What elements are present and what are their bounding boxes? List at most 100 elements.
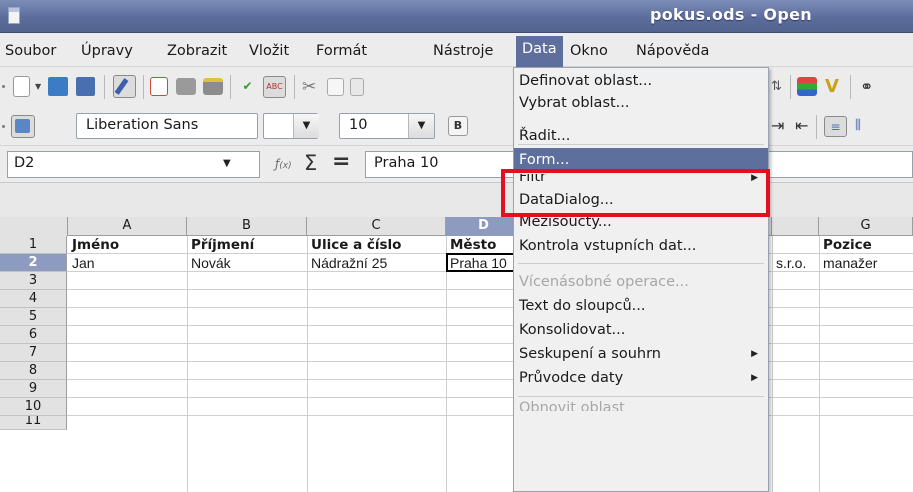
wrap-text-icon[interactable]: ≡ — [824, 116, 847, 137]
name-box-dropdown-icon[interactable]: ▼ — [223, 158, 231, 169]
chart-icon[interactable] — [797, 77, 817, 96]
menu-item-text-do-sloupcu[interactable]: Text do sloupců... — [514, 295, 768, 317]
select-all-corner[interactable] — [0, 217, 68, 236]
print-preview-icon[interactable] — [203, 78, 223, 95]
row-header-3[interactable]: 3 — [0, 272, 67, 290]
app-document-icon[interactable] — [8, 7, 20, 24]
bold-icon[interactable]: B — [448, 116, 468, 136]
row-header-2[interactable]: 2 — [0, 254, 67, 272]
menu-item-vybrat-oblast[interactable]: Vybrat oblast... — [514, 92, 768, 114]
new-dropdown-icon[interactable]: ▼ — [35, 82, 41, 91]
menu-separator — [518, 263, 764, 264]
cell-g2[interactable]: manažer — [819, 254, 913, 272]
print-icon[interactable] — [176, 78, 196, 95]
menu-zobrazit[interactable]: Zobrazit — [167, 41, 227, 65]
grid-line — [772, 236, 773, 492]
copy-icon[interactable] — [327, 78, 344, 96]
menu-item-definovat-oblast[interactable]: Definovat oblast... — [514, 70, 768, 92]
menu-vlozit[interactable]: Vložit — [249, 41, 289, 65]
name-box[interactable]: D2 ▼ — [7, 151, 260, 178]
menu-item-radit[interactable]: Řadit... — [514, 121, 768, 142]
formula-value: Praha 10 — [374, 155, 439, 171]
sum-icon[interactable]: Σ — [304, 151, 317, 175]
function-wizard-icon[interactable]: ƒ(x) — [275, 157, 292, 171]
cell-c1[interactable]: Ulice a číslo — [307, 236, 446, 254]
spellcheck-icon[interactable]: ✔ — [238, 78, 257, 95]
row-header-9[interactable]: 9 — [0, 380, 67, 398]
row-header-11[interactable]: 11 — [0, 416, 67, 430]
paste-icon[interactable] — [350, 78, 364, 96]
sort-icon[interactable]: ⇅ — [771, 78, 783, 95]
menu-item-obnovit-oblast: Obnovit oblast — [519, 401, 625, 411]
column-header-f[interactable] — [772, 217, 819, 236]
menu-item-kontrola-vstupnich-dat[interactable]: Kontrola vstupních dat... — [514, 235, 768, 257]
toolbar-grip-icon[interactable] — [2, 125, 5, 128]
toolbar-grip-icon[interactable] — [2, 85, 5, 88]
function-icon[interactable]: = — [332, 149, 350, 174]
font-name-dropdown-icon[interactable]: ▼ — [293, 114, 319, 138]
menu-item-seskupeni-a-souhrn[interactable]: Seskupení a souhrn ▶ — [514, 343, 768, 365]
spreadsheet-grid[interactable]: A B C D G 1 2 3 4 5 6 7 8 9 10 11 Jméno … — [0, 217, 913, 492]
edit-file-icon[interactable] — [113, 75, 136, 98]
toolbar-separator — [294, 75, 295, 99]
cell-b2[interactable]: Novák — [187, 254, 307, 272]
menu-item-pruvodce-daty[interactable]: Průvodce daty ▶ — [514, 367, 768, 389]
column-header-g[interactable]: G — [819, 217, 913, 236]
cell-a1[interactable]: Jméno — [68, 236, 187, 254]
font-size-dropdown-icon[interactable]: ▼ — [408, 114, 434, 138]
find-icon[interactable]: ⚭ — [860, 77, 882, 99]
draw-functions-icon[interactable]: V — [825, 77, 847, 99]
menu-format[interactable]: Formát — [316, 41, 367, 65]
row-header-8[interactable]: 8 — [0, 362, 67, 380]
open-icon[interactable] — [48, 77, 68, 96]
styles-icon[interactable] — [11, 115, 35, 138]
menu-item-konsolidovat[interactable]: Konsolidovat... — [514, 319, 768, 341]
menu-soubor[interactable]: Soubor — [5, 41, 56, 65]
row-header-4[interactable]: 4 — [0, 290, 67, 308]
increase-indent-icon[interactable]: ⇤ — [795, 117, 809, 135]
cell-g1[interactable]: Pozice — [819, 236, 913, 254]
cell-b1[interactable]: Příjmení — [187, 236, 307, 254]
grid-line — [67, 307, 913, 308]
row-header-1[interactable]: 1 — [0, 236, 67, 254]
cell-c2[interactable]: Nádražní 25 — [307, 254, 446, 272]
toolbar-separator — [104, 75, 105, 99]
title-bar: pokus.ods - Open — [0, 0, 913, 33]
grid-line — [446, 236, 447, 492]
row-header-5[interactable]: 5 — [0, 308, 67, 326]
grid-line — [187, 236, 188, 492]
toolbar-separator — [816, 115, 817, 139]
font-size-box-left[interactable]: ▼ — [263, 113, 319, 139]
menu-okno[interactable]: Okno — [570, 41, 608, 65]
font-size-value: 10 — [349, 117, 368, 133]
decrease-indent-icon[interactable]: ⇥ — [771, 117, 785, 135]
menu-nastroje[interactable]: Nástroje — [433, 41, 493, 65]
font-name-box[interactable]: Liberation Sans — [76, 113, 258, 139]
column-header-d[interactable]: D — [446, 217, 522, 236]
grid-line — [67, 343, 913, 344]
menu-napoveda[interactable]: Nápověda — [636, 41, 709, 65]
row-header-7[interactable]: 7 — [0, 344, 67, 362]
cut-icon[interactable]: ✂ — [302, 77, 324, 99]
align-icon[interactable]: ⫼ — [855, 117, 869, 135]
annotation-highlight-box — [501, 169, 770, 217]
menu-upravy[interactable]: Úpravy — [81, 41, 133, 65]
column-header-b[interactable]: B — [187, 217, 307, 236]
cell-a2[interactable]: Jan — [68, 254, 187, 272]
new-document-icon[interactable] — [13, 76, 30, 97]
export-pdf-icon[interactable] — [150, 77, 168, 96]
menu-data[interactable]: Data — [516, 36, 563, 67]
submenu-arrow-icon: ▶ — [751, 349, 758, 359]
font-size-box[interactable]: 10 ▼ — [339, 113, 435, 139]
row-header-10[interactable]: 10 — [0, 398, 67, 416]
column-header-c[interactable]: C — [307, 217, 446, 236]
cell-d1[interactable]: Město — [446, 236, 522, 254]
autospellcheck-icon[interactable]: ABC — [263, 76, 286, 98]
row-header-6[interactable]: 6 — [0, 326, 67, 344]
save-icon[interactable] — [76, 77, 95, 96]
column-headers: A B C D G — [0, 217, 913, 236]
toolbar-separator — [850, 75, 851, 99]
font-name-value: Liberation Sans — [86, 117, 199, 133]
column-header-a[interactable]: A — [68, 217, 187, 236]
cell-f2[interactable]: s.r.o. — [772, 254, 819, 272]
